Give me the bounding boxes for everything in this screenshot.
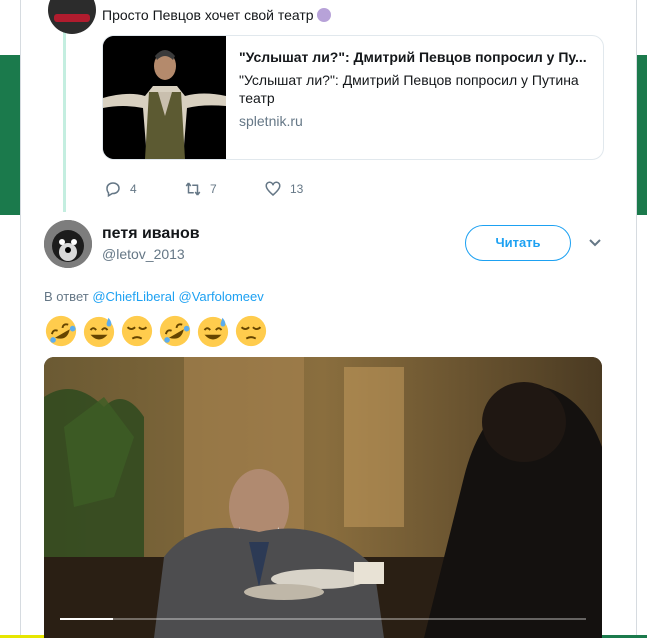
link-preview-domain: spletnik.ru bbox=[239, 113, 303, 129]
link-preview-title[interactable]: "Услышат ли?": Дмитрий Певцов попросил у… bbox=[239, 49, 589, 65]
link-preview-card[interactable]: "Услышат ли?": Дмитрий Певцов попросил у… bbox=[102, 35, 604, 160]
retweet-action[interactable]: 7 bbox=[184, 180, 217, 198]
previous-tweet-avatar[interactable] bbox=[48, 0, 96, 34]
reply-count: 4 bbox=[130, 182, 137, 196]
pensive-emoji-icon bbox=[235, 315, 267, 347]
chevron-down-icon[interactable] bbox=[588, 236, 602, 250]
video-progress-fill bbox=[60, 618, 113, 620]
sweat-smile-emoji-icon bbox=[197, 316, 229, 348]
author-handle[interactable]: @letov_2013 bbox=[102, 246, 185, 262]
heart-icon bbox=[265, 181, 281, 196]
timeline-border-right bbox=[636, 0, 637, 638]
background-right-band bbox=[637, 55, 647, 215]
thread-connector-line bbox=[63, 32, 66, 212]
link-preview-image bbox=[103, 36, 226, 159]
sweat-smile-emoji-icon bbox=[83, 316, 115, 348]
rofl-emoji-icon bbox=[45, 315, 77, 347]
reply-prefix: В ответ bbox=[44, 289, 89, 304]
reply-context: В ответ @ChiefLiberal @Varfolomeev bbox=[44, 289, 264, 304]
rofl-emoji-icon bbox=[159, 315, 191, 347]
previous-tweet-text-content: Просто Певцов хочет свой театр bbox=[102, 7, 314, 23]
video-progress-bar[interactable] bbox=[60, 618, 586, 620]
retweet-count: 7 bbox=[210, 182, 217, 196]
author-avatar[interactable] bbox=[44, 220, 92, 268]
retweet-icon bbox=[185, 182, 201, 196]
like-count: 13 bbox=[290, 182, 304, 196]
timeline-border-left bbox=[20, 0, 21, 638]
video-frame bbox=[44, 357, 602, 638]
follow-button[interactable]: Читать bbox=[465, 225, 571, 261]
background-left-band bbox=[0, 55, 20, 215]
tweet-video-player[interactable] bbox=[44, 357, 602, 638]
pensive-emoji-icon bbox=[121, 315, 153, 347]
tweet-emoji-row bbox=[44, 314, 272, 348]
mention-link-2[interactable]: @Varfolomeev bbox=[179, 289, 264, 304]
link-preview-description: "Услышат ли?": Дмитрий Певцов попросил у… bbox=[239, 72, 579, 106]
reply-action[interactable]: 4 bbox=[104, 180, 137, 198]
reply-icon bbox=[106, 182, 120, 198]
previous-tweet-text: Просто Певцов хочет свой театр bbox=[102, 7, 331, 23]
performing-arts-emoji-icon bbox=[316, 8, 331, 22]
mention-link-1[interactable]: @ChiefLiberal bbox=[92, 289, 175, 304]
like-action[interactable]: 13 bbox=[264, 180, 303, 198]
author-name[interactable]: петя иванов bbox=[102, 225, 200, 243]
